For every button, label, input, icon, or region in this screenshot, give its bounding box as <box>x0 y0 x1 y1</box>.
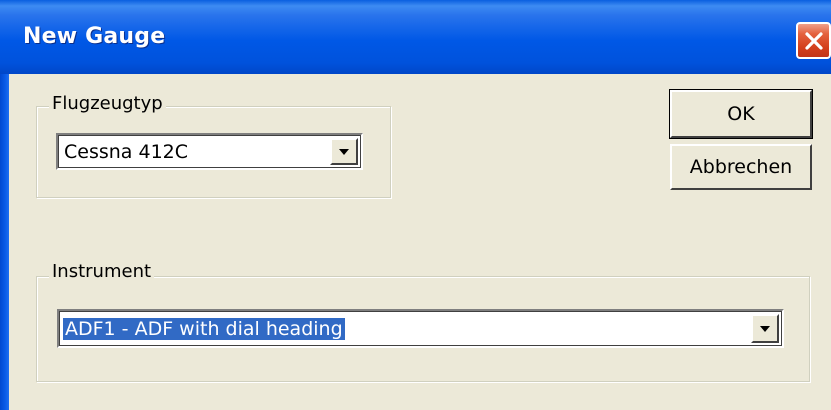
title-bar[interactable]: New Gauge <box>0 0 831 74</box>
aircraft-type-select[interactable]: Cessna 412C <box>56 133 363 170</box>
close-icon <box>805 32 823 50</box>
aircraft-type-dropdown-button[interactable] <box>330 138 358 165</box>
window-border-left <box>0 74 9 410</box>
ok-button[interactable]: OK <box>669 89 813 139</box>
instrument-label: Instrument <box>49 261 155 282</box>
instrument-dropdown-button[interactable] <box>751 314 779 343</box>
chevron-down-icon <box>760 325 770 332</box>
window-title: New Gauge <box>23 24 166 49</box>
instrument-value: ADF1 - ADF with dial heading <box>63 317 345 340</box>
aircraft-type-value: Cessna 412C <box>64 140 189 163</box>
cancel-button[interactable]: Abbrechen <box>670 144 812 190</box>
ok-button-label: OK <box>727 103 755 125</box>
instrument-select[interactable]: ADF1 - ADF with dial heading <box>57 309 784 348</box>
chevron-down-icon <box>339 148 349 155</box>
close-button[interactable] <box>796 22 831 59</box>
new-gauge-dialog: New Gauge Flugzeugtyp Cessna 412C Instru… <box>0 0 831 410</box>
cancel-button-label: Abbrechen <box>689 156 793 178</box>
aircraft-type-label: Flugzeugtyp <box>49 93 166 114</box>
